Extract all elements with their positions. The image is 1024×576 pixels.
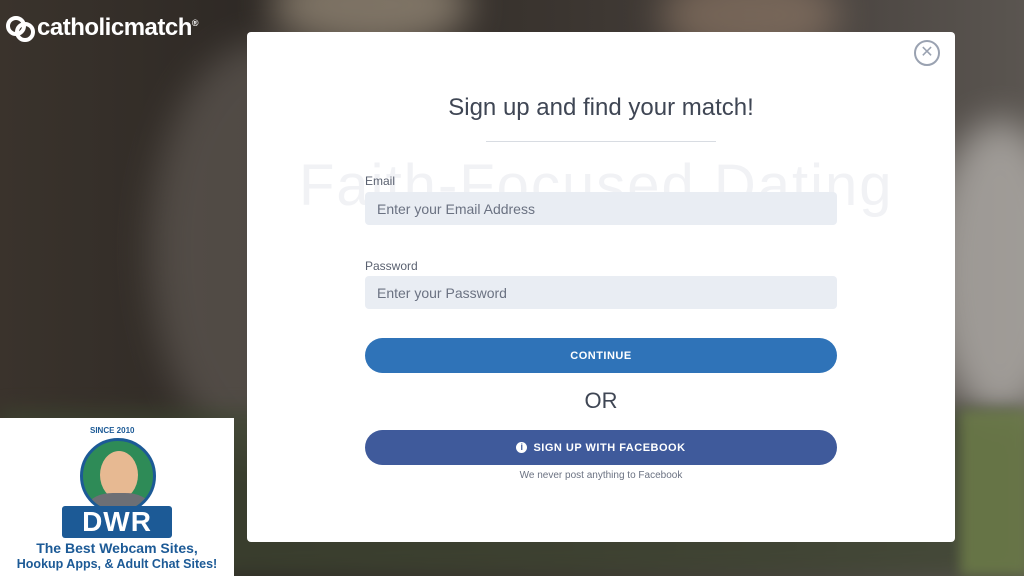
facebook-signup-label: SIGN UP WITH FACEBOOK — [533, 441, 686, 454]
facebook-signup-button[interactable]: i SIGN UP WITH FACEBOOK — [365, 430, 837, 465]
ad-logo: DWR — [62, 506, 172, 538]
ad-tagline-2: Hookup Apps, & Adult Chat Sites! — [16, 557, 218, 571]
ad-since-text: SINCE 2010 — [90, 426, 135, 435]
or-divider-text: OR — [584, 388, 618, 413]
continue-label: CONTINUE — [570, 349, 632, 362]
title-divider — [486, 141, 716, 142]
password-field[interactable] — [365, 276, 837, 309]
ad-avatar — [80, 438, 156, 514]
dwr-ad-banner[interactable]: SINCE 2010 DWR The Best Webcam Sites, Ho… — [0, 418, 234, 576]
ad-tagline-1: The Best Webcam Sites, — [36, 540, 198, 556]
logo-icon — [6, 14, 35, 42]
info-icon: i — [516, 442, 528, 453]
email-field[interactable] — [365, 192, 837, 225]
close-icon[interactable]: ✕ — [914, 40, 940, 66]
email-label: Email — [365, 174, 396, 188]
password-label: Password — [365, 259, 418, 273]
continue-button[interactable]: CONTINUE — [365, 338, 837, 373]
modal-title: Sign up and find your match! — [448, 94, 754, 121]
signup-modal: Faith-Focused Dating ✕ Sign up and find … — [247, 32, 955, 542]
site-logo[interactable]: catholicmatch® — [6, 14, 199, 42]
brand-name: catholicmatch — [37, 14, 192, 41]
registered-mark: ® — [191, 18, 199, 28]
facebook-note: We never post anything to Facebook — [519, 470, 683, 481]
